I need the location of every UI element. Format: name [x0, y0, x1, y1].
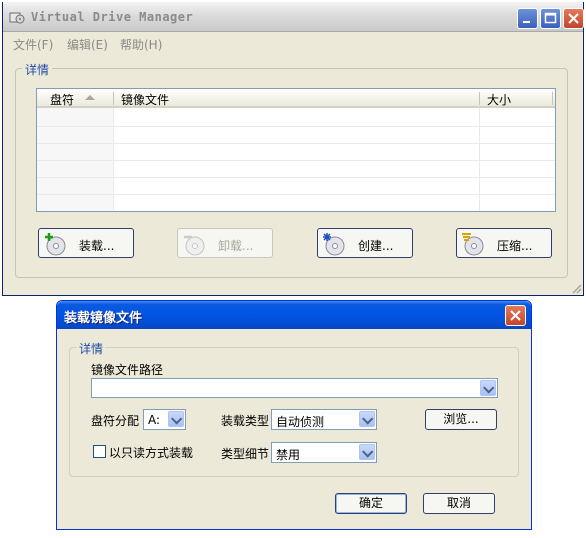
drive-assign-label: 盘符分配: [91, 414, 140, 428]
column-header-image-file[interactable]: 镜像文件: [121, 91, 169, 108]
table-header: 盘符 镜像文件 大小: [37, 89, 555, 108]
type-detail-value: 禁用: [276, 448, 301, 462]
cancel-button[interactable]: 取消: [423, 493, 495, 514]
ok-button[interactable]: 确定: [335, 493, 407, 514]
grid-line: [37, 194, 555, 195]
compress-button[interactable]: 压缩...: [456, 228, 552, 258]
details-group-label: 详情: [22, 61, 53, 78]
readonly-checkbox[interactable]: [93, 445, 106, 458]
image-path-label: 镜像文件路径: [91, 363, 164, 377]
main-title-bar[interactable]: Virtual Drive Manager: [3, 2, 584, 32]
dialog-title-bar[interactable]: 装载镜像文件: [57, 301, 531, 329]
column-divider[interactable]: [113, 92, 114, 105]
menu-bar: 文件(F) 编辑(E) 帮助(H): [3, 33, 583, 53]
mount-button[interactable]: 装载...: [38, 228, 134, 258]
create-disc-icon: [323, 233, 345, 256]
browse-button[interactable]: 浏览...: [425, 409, 497, 430]
maximize-icon: [544, 12, 557, 24]
grid-line: [37, 126, 555, 127]
chevron-down-icon[interactable]: [480, 380, 496, 396]
unmount-disc-icon: [184, 235, 205, 256]
mount-image-dialog: 装载镜像文件 详情 镜像文件路径 盘符分配 A: 装载类型 自动侦测 浏览...…: [56, 300, 532, 530]
unmount-button[interactable]: 卸载...: [177, 228, 273, 258]
mount-disc-icon: [45, 233, 66, 256]
drive-assign-select[interactable]: A:: [143, 409, 186, 430]
unmount-button-label: 卸载...: [218, 239, 254, 253]
mount-type-label: 装载类型: [221, 414, 270, 428]
compress-disc-icon: [462, 233, 484, 256]
chevron-down-icon[interactable]: [168, 411, 184, 427]
column-header-drive[interactable]: 盘符: [50, 91, 74, 108]
type-detail-label: 类型细节: [221, 447, 270, 461]
minimize-icon: [523, 21, 530, 23]
type-detail-select[interactable]: 禁用: [271, 442, 377, 463]
mount-type-select[interactable]: 自动侦测: [271, 409, 377, 430]
menu-help[interactable]: 帮助(H): [120, 36, 162, 53]
maximize-button[interactable]: [540, 8, 561, 29]
dialog-title: 装载镜像文件: [64, 311, 143, 326]
close-icon: [510, 310, 521, 321]
close-icon: [568, 13, 579, 24]
column-header-size[interactable]: 大小: [487, 91, 511, 108]
chevron-down-icon[interactable]: [359, 444, 375, 460]
chevron-down-icon[interactable]: [359, 411, 375, 427]
close-button[interactable]: [563, 8, 584, 29]
sort-ascending-icon: [85, 95, 95, 100]
resize-grip-icon[interactable]: [570, 282, 582, 294]
app-icon: [9, 12, 25, 24]
drive-assign-value: A:: [148, 413, 161, 427]
create-button-label: 创建...: [358, 239, 394, 253]
grid-line: [37, 143, 555, 144]
minimize-button[interactable]: [517, 8, 538, 29]
grid-line: [37, 177, 555, 178]
compress-button-label: 压缩...: [497, 239, 533, 253]
menu-file[interactable]: 文件(F): [13, 36, 53, 53]
dialog-close-button[interactable]: [505, 305, 526, 326]
readonly-label[interactable]: 以只读方式装载: [109, 444, 193, 461]
dialog-details-group-label: 详情: [77, 340, 106, 357]
mount-button-label: 装载...: [79, 239, 115, 253]
drive-table[interactable]: 盘符 镜像文件 大小: [36, 88, 556, 212]
create-button[interactable]: 创建...: [317, 228, 413, 258]
menu-edit[interactable]: 编辑(E): [67, 36, 108, 53]
mount-type-value: 自动侦测: [276, 415, 325, 429]
image-path-combobox[interactable]: [91, 378, 498, 398]
column-divider[interactable]: [479, 92, 480, 105]
grid-line: [37, 160, 555, 161]
window-title: Virtual Drive Manager: [31, 10, 194, 24]
column-divider[interactable]: [552, 92, 553, 105]
